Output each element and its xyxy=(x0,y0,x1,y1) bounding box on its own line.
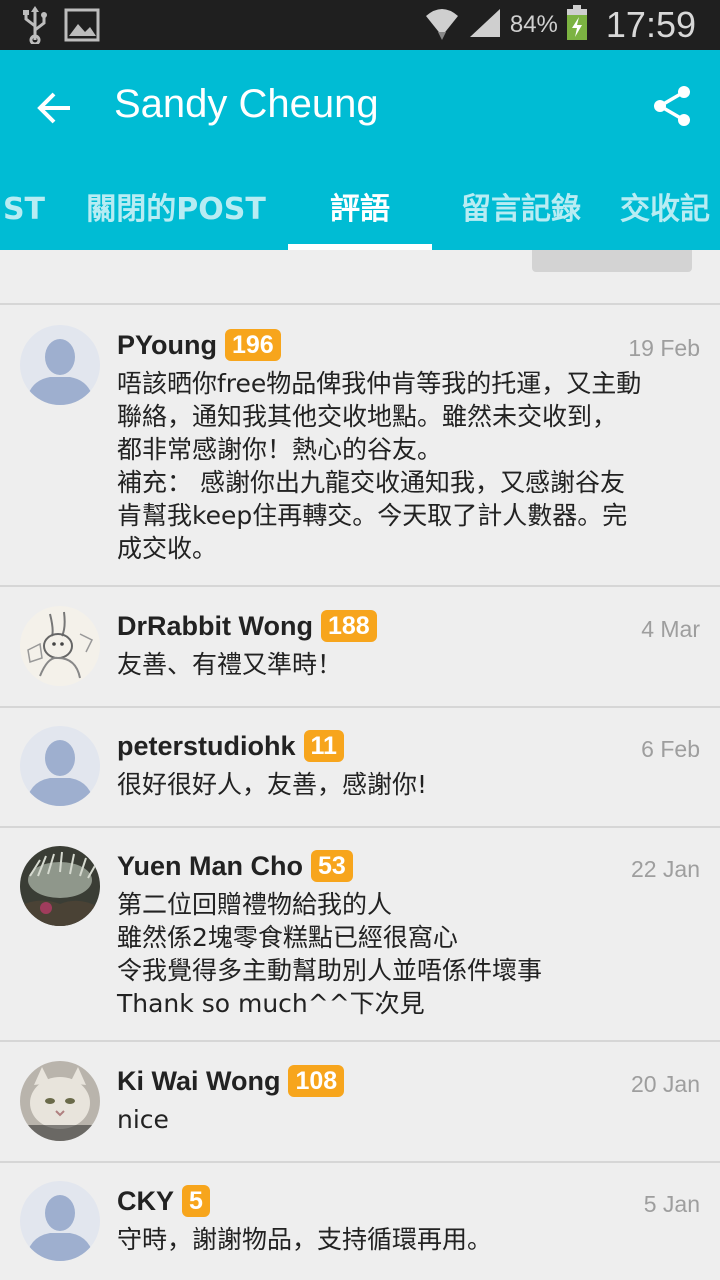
list-top-strip xyxy=(0,250,720,305)
tab-message-history[interactable]: 留言記錄 xyxy=(446,188,596,250)
clock: 17:59 xyxy=(605,4,696,45)
comment-text: nice xyxy=(117,1105,169,1134)
wifi-icon xyxy=(424,6,460,44)
arrow-left-icon xyxy=(34,92,78,134)
comment-text: 很好很好人，友善，感謝你! xyxy=(117,770,428,799)
user-name[interactable]: DrRabbit Wong xyxy=(117,611,313,642)
user-name[interactable]: peterstudiohk xyxy=(117,731,296,762)
list-item[interactable]: Ki Wai Wong 108 20 Jan nice xyxy=(0,1043,720,1163)
score-badge: 53 xyxy=(311,850,353,882)
comment-date: 6 Feb xyxy=(641,736,700,762)
status-bar: 84% 17:59 xyxy=(0,0,720,50)
list-item[interactable]: peterstudiohk 11 6 Feb 很好很好人，友善，感謝你! xyxy=(0,708,720,828)
score-badge: 196 xyxy=(224,329,281,361)
comment-date: 5 Jan xyxy=(643,1191,700,1217)
avatar[interactable] xyxy=(20,1061,100,1141)
comment-date: 22 Jan xyxy=(630,856,700,882)
share-button[interactable] xyxy=(650,84,694,128)
comment-text: 第二位回贈禮物給我的人 雖然係2塊零食糕點已經很窩心 令我覺得多主動幫助別人並唔… xyxy=(117,890,543,1018)
list-item[interactable]: CKY 5 5 Jan 守時，謝謝物品，支持循環再用。 xyxy=(0,1163,720,1280)
score-badge: 5 xyxy=(182,1185,210,1217)
image-icon xyxy=(64,8,100,46)
back-button[interactable] xyxy=(34,86,78,130)
score-badge: 188 xyxy=(320,610,377,642)
share-icon xyxy=(650,86,694,132)
tab-reviews[interactable]: 評語 xyxy=(288,188,432,250)
battery-percentage: 84% xyxy=(509,11,558,38)
review-list[interactable]: PYoung 196 19 Feb 唔該晒你free物品俾我仲肯等我的托運，又主… xyxy=(0,250,720,1280)
list-item[interactable]: DrRabbit Wong 188 4 Mar 友善、有禮又準時！ xyxy=(0,588,720,708)
comment-date: 19 Feb xyxy=(628,335,700,361)
user-name[interactable]: CKY xyxy=(117,1186,174,1217)
tab-closed-posts[interactable]: 關閉的POST xyxy=(76,188,276,250)
load-more-button[interactable] xyxy=(532,250,692,272)
comment-text: 守時，謝謝物品，支持循環再用。 xyxy=(117,1225,493,1254)
usb-icon xyxy=(20,6,50,48)
app-bar: Sandy Cheung ST 關閉的POST 評語 留言記錄 交收記 xyxy=(0,50,720,250)
avatar[interactable] xyxy=(20,325,100,405)
page-title: Sandy Cheung xyxy=(114,82,379,126)
score-badge: 108 xyxy=(288,1065,345,1097)
list-item[interactable]: Yuen Man Cho 53 22 Jan 第二位回贈禮物給我的人 雖然係2塊… xyxy=(0,828,720,1042)
list-item[interactable]: PYoung 196 19 Feb 唔該晒你free物品俾我仲肯等我的托運，又主… xyxy=(0,307,720,587)
avatar[interactable] xyxy=(20,726,100,806)
tab-bar: ST 關閉的POST 評語 留言記錄 交收記 xyxy=(0,188,720,250)
comment-text: 友善、有禮又準時！ xyxy=(117,650,343,679)
user-name[interactable]: Yuen Man Cho xyxy=(117,851,303,882)
score-badge: 11 xyxy=(303,730,344,762)
user-name[interactable]: PYoung xyxy=(117,330,217,361)
avatar[interactable] xyxy=(20,1181,100,1261)
signal-icon xyxy=(468,7,502,43)
tab-post[interactable]: ST xyxy=(0,188,54,250)
avatar[interactable] xyxy=(20,846,100,926)
comment-text: 唔該晒你free物品俾我仲肯等我的托運，又主動 聯絡，通知我其他交收地點。雖然未… xyxy=(117,369,642,563)
user-name[interactable]: Ki Wai Wong xyxy=(117,1066,280,1097)
comment-date: 20 Jan xyxy=(630,1071,700,1097)
battery-charging-icon xyxy=(566,5,588,45)
avatar[interactable] xyxy=(20,606,100,686)
tab-transactions[interactable]: 交收記 xyxy=(620,188,720,250)
comment-date: 4 Mar xyxy=(641,616,700,642)
